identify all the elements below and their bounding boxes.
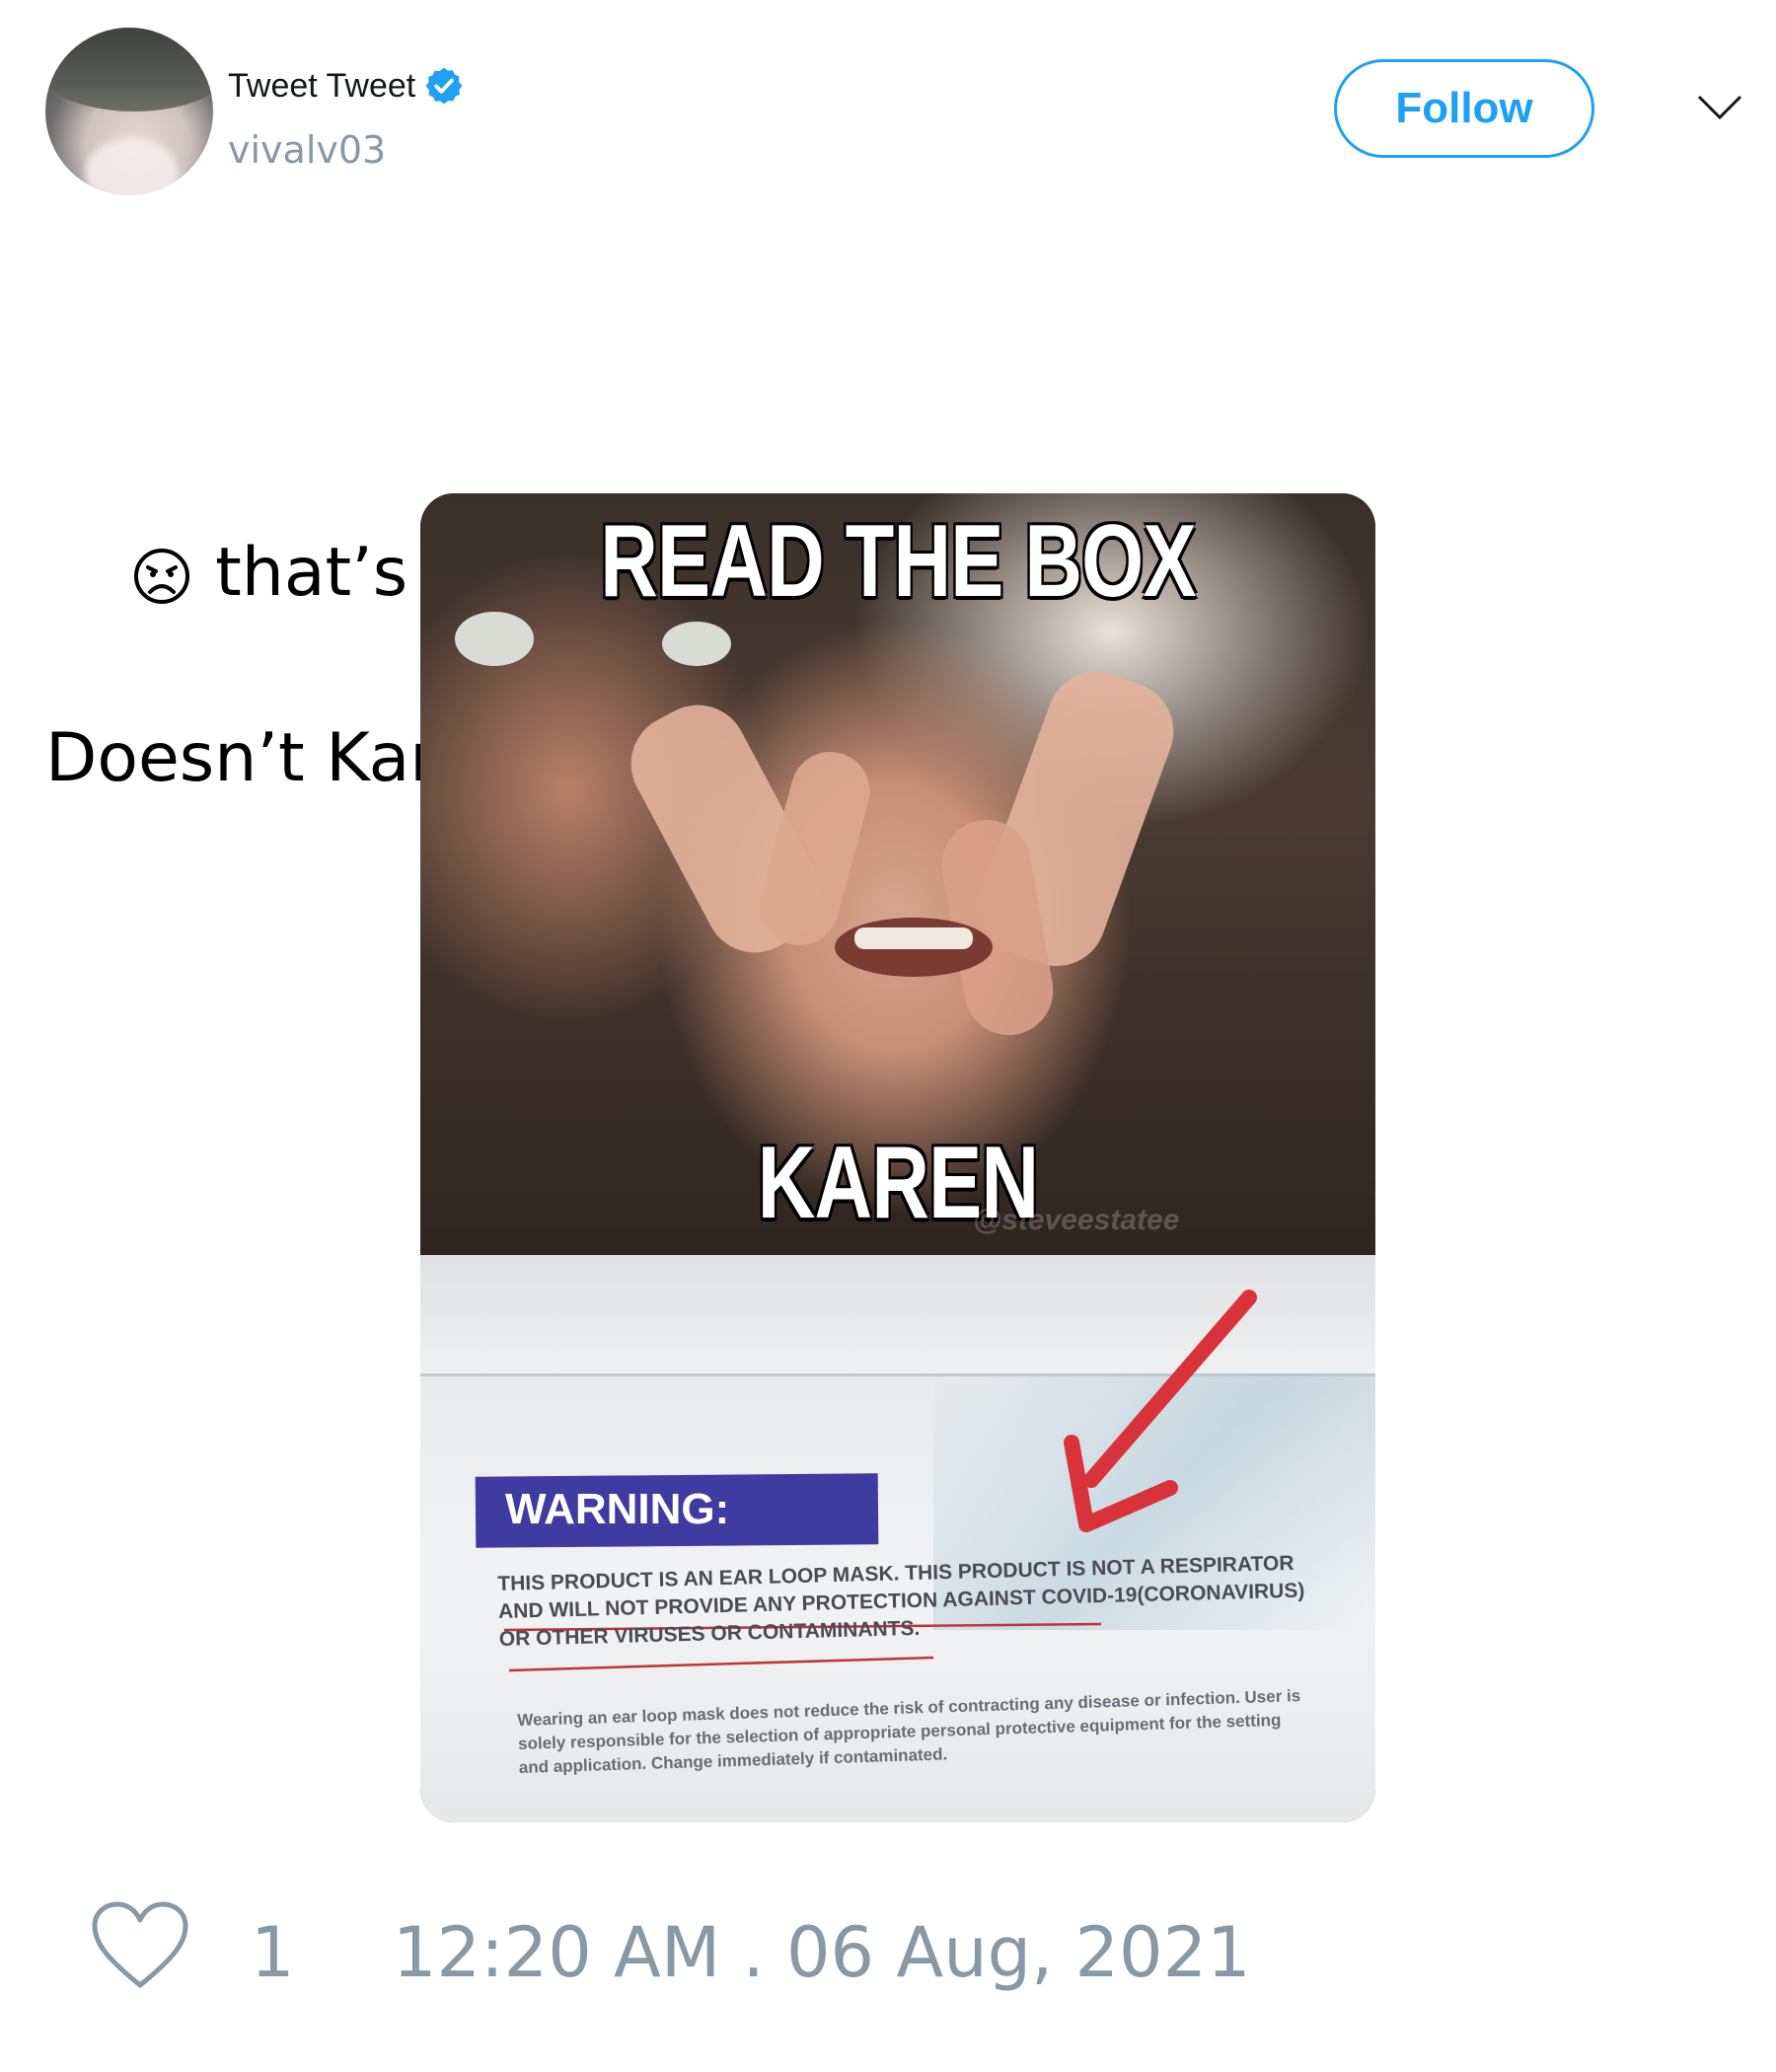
display-name[interactable]: Tweet Tweet [228, 67, 415, 106]
tweet-timestamp[interactable]: 12:20 AM . 06 Aug, 2021 [393, 1912, 1251, 1993]
author-name-row[interactable]: Tweet Tweet [228, 65, 465, 107]
follow-button[interactable]: Follow [1334, 59, 1594, 158]
like-count: 1 [251, 1912, 295, 1993]
warning-heading: WARNING: [505, 1485, 730, 1533]
author-handle[interactable]: vivalv03 [228, 128, 386, 172]
verified-badge-icon [425, 67, 463, 105]
heart-icon[interactable] [89, 1898, 191, 1993]
tweet-media-image[interactable]: READ THE BOX KAREN @steveestatee WARNING… [420, 493, 1375, 1822]
avatar[interactable] [45, 28, 213, 195]
disappointed-face-icon [134, 549, 190, 605]
chevron-down-icon[interactable] [1695, 87, 1744, 126]
